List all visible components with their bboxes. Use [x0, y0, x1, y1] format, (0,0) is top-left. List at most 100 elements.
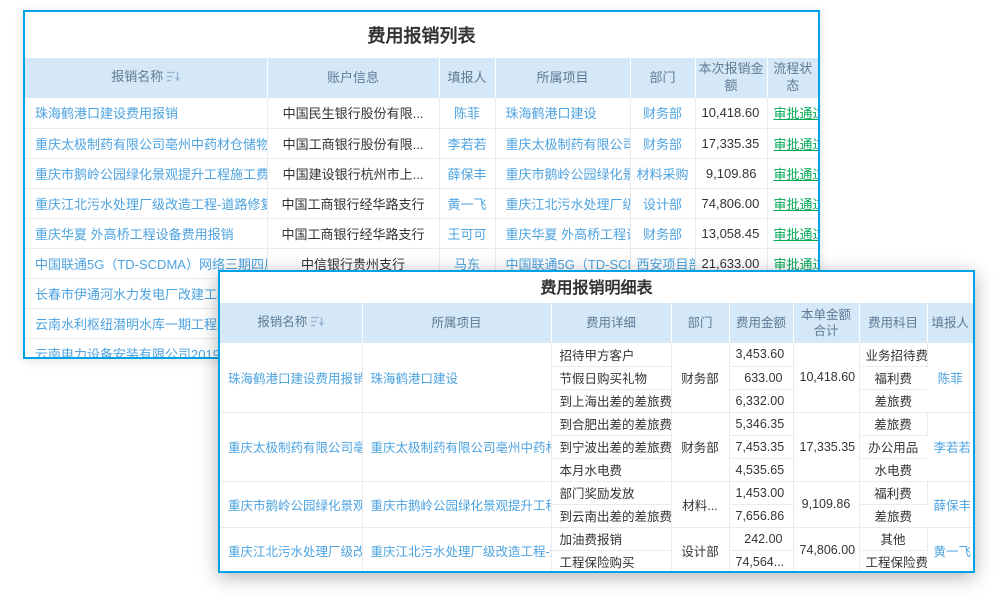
reporter-link[interactable]: 李若若	[447, 137, 486, 152]
status-link[interactable]: 审批通过	[774, 197, 819, 212]
col-header-project: 所属项目	[495, 58, 630, 98]
status-link[interactable]: 审批通过	[774, 106, 819, 121]
project-link[interactable]: 珠海鹤港口建设	[506, 106, 597, 121]
reporter-link[interactable]: 陈菲	[938, 372, 963, 386]
status-link[interactable]: 审批通过	[774, 167, 819, 182]
status-link[interactable]: 审批通过	[774, 137, 819, 152]
account-cell: 中国民生银行股份有限...	[267, 98, 439, 128]
dept-cell: 材料...	[671, 481, 729, 527]
expense-amount-cell: 242.00	[729, 527, 793, 550]
col-header-report-name[interactable]: 报销名称	[25, 58, 267, 98]
expense-amount-cell: 4,535.65	[729, 458, 793, 481]
col-header-dept: 部门	[630, 58, 695, 98]
table-row: 重庆太极制药有限公司亳州中药材仓储物流基地项目费用报销 重庆太极制药有限公司亳州…	[220, 412, 973, 435]
expense-detail-panel: 费用报销明细表 报销名称 所属项目 费用详细 部门 费用金额 本单金额合计 费用…	[218, 270, 975, 573]
dept-cell: 财务部	[671, 412, 729, 481]
col-header-expense-detail: 费用详细	[551, 303, 671, 343]
reporter-link[interactable]: 李若若	[934, 441, 972, 455]
report-name-link[interactable]: 重庆华夏 外高桥工程设备费用报销	[35, 227, 234, 242]
reporter-link[interactable]: 薛保丰	[447, 167, 486, 182]
expense-detail-cell: 到上海出差的差旅费	[551, 389, 671, 412]
table-row: 重庆市鹅岭公园绿化景观提升工程施工费用报销 重庆市鹅岭公园绿化景观提升工程施工 …	[220, 481, 973, 504]
account-cell: 中国建设银行杭州市上...	[267, 158, 439, 188]
sort-descending-icon[interactable]	[311, 315, 324, 331]
total-amount-cell: 17,335.35	[793, 412, 859, 481]
project-link[interactable]: 重庆华夏 外高桥工程设备	[506, 227, 631, 242]
report-name-link[interactable]: 重庆市鹅岭公园绿化景观提升工程施工费用报销	[228, 499, 362, 513]
project-link[interactable]: 重庆市鹅岭公园绿化景观提升工程施工	[371, 499, 552, 513]
total-amount-cell: 74,806.00	[793, 527, 859, 573]
col-header-reporter: 填报人	[439, 58, 495, 98]
col-header-project: 所属项目	[362, 303, 551, 343]
table-row: 重庆市鹅岭公园绿化景观提升工程施工费用报销 中国建设银行杭州市上... 薛保丰 …	[25, 158, 818, 188]
category-cell: 福利费	[859, 481, 927, 504]
expense-detail-cell: 到合肥出差的差旅费	[551, 412, 671, 435]
col-header-report-name[interactable]: 报销名称	[220, 303, 362, 343]
expense-detail-cell: 节假日购买礼物	[551, 366, 671, 389]
report-name-link[interactable]: 重庆太极制药有限公司亳州中药材仓储物流基地项...	[35, 137, 267, 152]
dept-cell: 财务部	[671, 343, 729, 412]
table-row: 重庆江北污水处理厂级改造工程-道路修复工程费用报销 重庆江北污水处理厂级改造工程…	[220, 527, 973, 550]
status-link[interactable]: 审批通过	[774, 227, 819, 242]
dept-link[interactable]: 设计部	[643, 197, 682, 212]
report-name-link[interactable]: 重庆太极制药有限公司亳州中药材仓储物流基地项目费用报销	[228, 441, 362, 455]
amount-cell: 17,335.35	[695, 128, 767, 158]
category-cell: 工程保险费	[859, 550, 927, 573]
report-name-link[interactable]: 珠海鹤港口建设费用报销	[35, 106, 178, 121]
expense-amount-cell: 6,332.00	[729, 389, 793, 412]
reporter-link[interactable]: 陈菲	[454, 106, 480, 121]
project-link[interactable]: 重庆市鹅岭公园绿化景观提升...	[506, 167, 631, 182]
col-header-dept: 部门	[671, 303, 729, 343]
expense-amount-cell: 7,453.35	[729, 435, 793, 458]
category-cell: 福利费	[859, 366, 927, 389]
expense-detail-title: 费用报销明细表	[220, 272, 973, 303]
report-name-link[interactable]: 重庆江北污水处理厂级改造工程-道路修复工程费用...	[35, 197, 267, 212]
account-cell: 中国工商银行经华路支行	[267, 218, 439, 248]
table-row: 重庆华夏 外高桥工程设备费用报销 中国工商银行经华路支行 王可可 重庆华夏 外高…	[25, 218, 818, 248]
reporter-link[interactable]: 王可可	[447, 227, 486, 242]
col-header-amount: 本次报销金额	[695, 58, 767, 98]
total-amount-cell: 10,418.60	[793, 343, 859, 412]
report-name-link[interactable]: 珠海鹤港口建设费用报销	[228, 372, 362, 386]
expense-detail-cell: 加油费报销	[551, 527, 671, 550]
sort-descending-icon[interactable]	[167, 70, 180, 87]
col-header-expense-amount: 费用金额	[729, 303, 793, 343]
table-row: 珠海鹤港口建设费用报销 中国民生银行股份有限... 陈菲 珠海鹤港口建设 财务部…	[25, 98, 818, 128]
reporter-link[interactable]: 薛保丰	[934, 499, 972, 513]
expense-detail-cell: 本月水电费	[551, 458, 671, 481]
reporter-link[interactable]: 黄一飞	[934, 545, 972, 559]
expense-detail-cell: 部门奖励发放	[551, 481, 671, 504]
account-cell: 中国工商银行股份有限...	[267, 128, 439, 158]
reporter-link[interactable]: 黄一飞	[447, 197, 486, 212]
category-cell: 差旅费	[859, 412, 927, 435]
expense-detail-cell: 到云南出差的差旅费	[551, 504, 671, 527]
expense-detail-cell: 招待甲方客户	[551, 343, 671, 366]
table-header-row: 报销名称 所属项目 费用详细 部门 费用金额 本单金额合计 费用科目 填报人	[220, 303, 973, 343]
expense-amount-cell: 7,656.86	[729, 504, 793, 527]
report-name-link[interactable]: 重庆江北污水处理厂级改造工程-道路修复工程费用报销	[228, 545, 362, 559]
col-header-total: 本单金额合计	[793, 303, 859, 343]
category-cell: 其他	[859, 527, 927, 550]
account-cell: 中国工商银行经华路支行	[267, 188, 439, 218]
total-amount-cell: 9,109.86	[793, 481, 859, 527]
category-cell: 业务招待费	[859, 343, 927, 366]
report-name-link[interactable]: 重庆市鹅岭公园绿化景观提升工程施工费用报销	[35, 167, 267, 182]
col-header-category: 费用科目	[859, 303, 927, 343]
col-header-reporter: 填报人	[927, 303, 973, 343]
expense-amount-cell: 3,453.60	[729, 343, 793, 366]
project-link[interactable]: 重庆太极制药有限公司亳州中药材仓储物流基地项目	[371, 441, 552, 455]
table-row: 珠海鹤港口建设费用报销 珠海鹤港口建设 招待甲方客户 财务部 3,453.60 …	[220, 343, 973, 366]
col-header-label: 报销名称	[111, 69, 163, 84]
dept-link[interactable]: 材料采购	[637, 167, 689, 182]
expense-detail-cell: 工程保险购买	[551, 550, 671, 573]
dept-link[interactable]: 财务部	[643, 106, 682, 121]
category-cell: 办公用品	[859, 435, 927, 458]
project-link[interactable]: 重庆太极制药有限公司亳州中...	[506, 137, 631, 152]
dept-link[interactable]: 财务部	[643, 227, 682, 242]
dept-link[interactable]: 财务部	[643, 137, 682, 152]
project-link[interactable]: 重庆江北污水处理厂级改造工...	[506, 197, 631, 212]
table-header-row: 报销名称 账户信息 填报人 所属项目 部门 本次报销金额 流程状态	[25, 58, 818, 98]
project-link[interactable]: 珠海鹤港口建设	[371, 372, 459, 386]
project-link[interactable]: 重庆江北污水处理厂级改造工程-道路修复工程	[371, 545, 552, 559]
dept-cell: 设计部	[671, 527, 729, 573]
